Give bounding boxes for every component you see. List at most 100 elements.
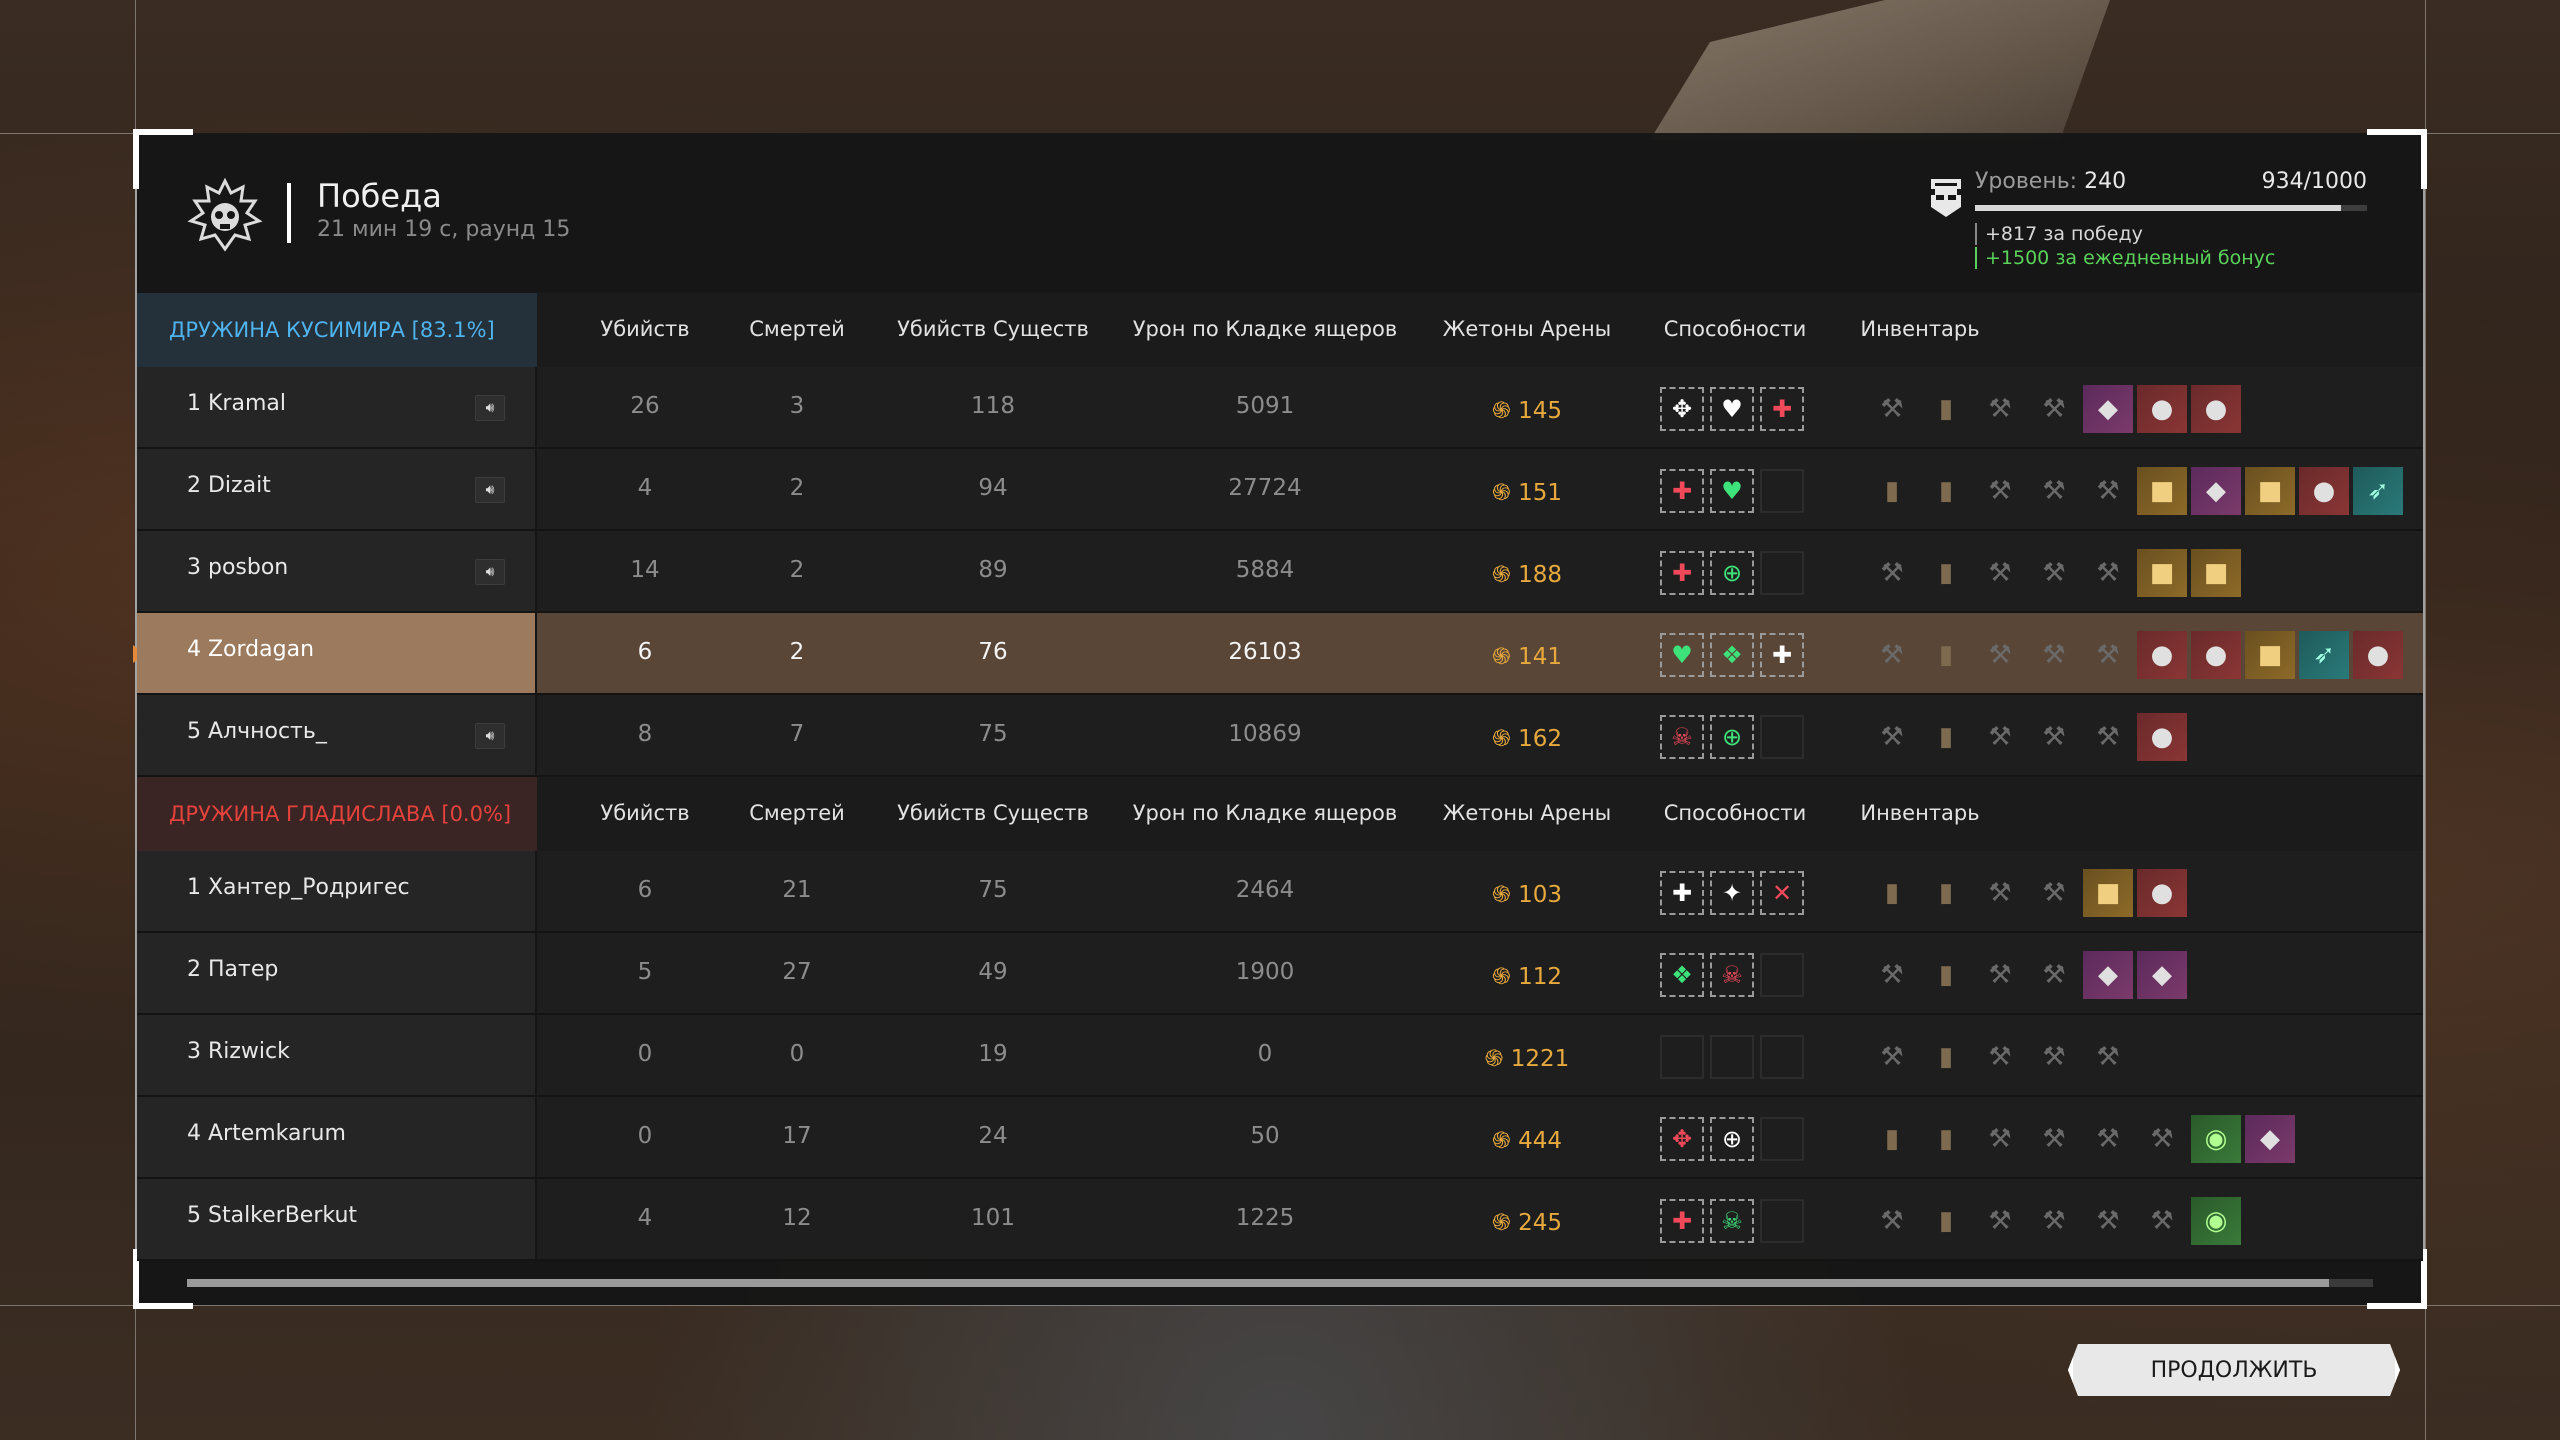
voice-mute-button[interactable]: 🔊︎ [475, 723, 505, 749]
inventory-item-icon[interactable]: ⚒ [2029, 951, 2079, 999]
inventory-item-icon[interactable]: ● [2353, 631, 2403, 679]
inventory-item-icon[interactable]: ⚒ [2029, 713, 2079, 761]
inventory-item-icon[interactable]: ● [2137, 869, 2187, 917]
inventory-item-icon[interactable]: ◉ [2191, 1115, 2241, 1163]
ability-icon[interactable]: ⊕ [1710, 551, 1754, 595]
inventory-item-icon[interactable]: ⚒ [1975, 467, 2025, 515]
inventory-item-icon[interactable]: ▮ [1921, 467, 1971, 515]
ability-icon[interactable]: ✥ [1660, 387, 1704, 431]
inventory-item-icon[interactable]: ⚒ [1975, 1115, 2025, 1163]
player-row[interactable]: 3 posbon 🔊︎ 14 2 89 5884 ֍ 188 ✚ ⊕ ⚒ ▮ ⚒ ⚒ ⚒ ■ ■ [137, 531, 2423, 613]
inventory-item-icon[interactable]: ■ [2245, 631, 2295, 679]
inventory-item-icon[interactable]: ⚒ [2029, 1115, 2079, 1163]
inventory-item-icon[interactable]: ⚒ [1867, 951, 1917, 999]
ability-icon[interactable]: ✦ [1710, 871, 1754, 915]
inventory-item-icon[interactable]: ⚒ [1975, 1197, 2025, 1245]
inventory-item-icon[interactable]: ■ [2245, 467, 2295, 515]
inventory-item-icon[interactable]: ▮ [1921, 713, 1971, 761]
player-row[interactable]: 5 StalkerBerkut 4 12 101 1225 ֍ 245 ✚ ☠ ⚒ ▮ ⚒ ⚒ ⚒ ⚒ ◉ [137, 1179, 2423, 1261]
inventory-item-icon[interactable]: ⚒ [1975, 549, 2025, 597]
inventory-item-icon[interactable]: ▮ [1921, 1115, 1971, 1163]
ability-icon[interactable]: ❖ [1710, 633, 1754, 677]
ability-icon[interactable]: ✚ [1760, 633, 1804, 677]
inventory-item-icon[interactable]: ▮ [1921, 1033, 1971, 1081]
inventory-item-icon[interactable]: ➶ [2353, 467, 2403, 515]
inventory-item-icon[interactable]: ◆ [2083, 951, 2133, 999]
inventory-item-icon[interactable]: ⚒ [2029, 1197, 2079, 1245]
inventory-item-icon[interactable]: ◆ [2191, 467, 2241, 515]
ability-icon[interactable]: ❖ [1660, 953, 1704, 997]
inventory-item-icon[interactable]: ▮ [1867, 467, 1917, 515]
inventory-item-icon[interactable]: ⚒ [1867, 713, 1917, 761]
inventory-item-icon[interactable]: ▮ [1867, 1115, 1917, 1163]
inventory-item-icon[interactable]: ⚒ [2029, 1033, 2079, 1081]
inventory-item-icon[interactable]: ⚒ [2029, 869, 2079, 917]
inventory-item-icon[interactable]: ⚒ [1975, 713, 2025, 761]
ability-icon[interactable]: ⊕ [1710, 1117, 1754, 1161]
player-row[interactable]: 4 Artemkarum 0 17 24 50 ֍ 444 ✥ ⊕ ▮ ▮ ⚒ ⚒ ⚒ ⚒ ◉ ◆ [137, 1097, 2423, 1179]
ability-icon[interactable]: ♥ [1710, 387, 1754, 431]
inventory-item-icon[interactable]: ⚒ [2083, 1033, 2133, 1081]
inventory-item-icon[interactable]: ◆ [2245, 1115, 2295, 1163]
inventory-item-icon[interactable]: ■ [2191, 549, 2241, 597]
voice-mute-button[interactable]: 🔊︎ [475, 559, 505, 585]
inventory-item-icon[interactable]: ● [2191, 385, 2241, 433]
inventory-item-icon[interactable]: ● [2299, 467, 2349, 515]
ability-icon[interactable]: ✚ [1660, 871, 1704, 915]
inventory-item-icon[interactable]: ▮ [1921, 951, 1971, 999]
inventory-item-icon[interactable]: ⚒ [1975, 385, 2025, 433]
inventory-item-icon[interactable]: ● [2191, 631, 2241, 679]
inventory-item-icon[interactable]: ⚒ [1975, 1033, 2025, 1081]
inventory-item-icon[interactable]: ⚒ [2083, 467, 2133, 515]
ability-icon[interactable]: ♥ [1710, 469, 1754, 513]
inventory-item-icon[interactable]: ● [2137, 713, 2187, 761]
ability-icon[interactable]: ✚ [1760, 387, 1804, 431]
inventory-item-icon[interactable]: ◆ [2083, 385, 2133, 433]
inventory-item-icon[interactable]: ⚒ [1867, 549, 1917, 597]
inventory-item-icon[interactable]: ■ [2137, 549, 2187, 597]
inventory-item-icon[interactable]: ◆ [2137, 951, 2187, 999]
inventory-item-icon[interactable]: ⚒ [2029, 467, 2079, 515]
inventory-item-icon[interactable]: ⚒ [2029, 385, 2079, 433]
inventory-item-icon[interactable]: ➶ [2299, 631, 2349, 679]
ability-icon[interactable]: ✚ [1660, 469, 1704, 513]
inventory-item-icon[interactable]: ⚒ [1975, 869, 2025, 917]
player-row[interactable]: 2 Патер 5 27 49 1900 ֍ 112 ❖ ☠ ⚒ ▮ ⚒ ⚒ ◆ ◆ [137, 933, 2423, 1015]
player-row[interactable]: 1 Kramal 🔊︎ 26 3 118 5091 ֍ 145 ✥ ♥ ✚ ⚒ ▮ ⚒ ⚒ ◆ ● ● [137, 367, 2423, 449]
inventory-item-icon[interactable]: ⚒ [2083, 1115, 2133, 1163]
inventory-item-icon[interactable]: ⚒ [1867, 631, 1917, 679]
voice-mute-button[interactable]: 🔊︎ [475, 395, 505, 421]
inventory-item-icon[interactable]: ⚒ [2083, 1197, 2133, 1245]
inventory-item-icon[interactable]: ● [2137, 631, 2187, 679]
continue-button[interactable]: ПРОДОЛЖИТЬ [2068, 1344, 2400, 1396]
ability-icon[interactable]: ✚ [1660, 1199, 1704, 1243]
ability-icon[interactable]: ☠ [1710, 953, 1754, 997]
ability-icon[interactable]: ⊕ [1710, 715, 1754, 759]
ability-icon[interactable]: ✚ [1660, 551, 1704, 595]
inventory-item-icon[interactable]: ⚒ [1975, 951, 2025, 999]
inventory-item-icon[interactable]: ⚒ [2137, 1115, 2187, 1163]
inventory-item-icon[interactable]: ▮ [1921, 385, 1971, 433]
scrollbar-thumb[interactable] [187, 1279, 2330, 1287]
ability-icon[interactable]: ☠ [1660, 715, 1704, 759]
inventory-item-icon[interactable]: ● [2137, 385, 2187, 433]
inventory-item-icon[interactable]: ⚒ [2083, 549, 2133, 597]
player-row[interactable]: 2 Dizait 🔊︎ 4 2 94 27724 ֍ 151 ✚ ♥ ▮ ▮ ⚒ ⚒ ⚒ ■ ◆ ■ ● ➶ [137, 449, 2423, 531]
player-row[interactable]: 3 Rizwick 0 0 19 0 ֍ 1221 ⚒ ▮ ⚒ ⚒ ⚒ [137, 1015, 2423, 1097]
player-row[interactable]: 1 Хантер_Родригес 6 21 75 2464 ֍ 103 ✚ ✦ ✕ ▮ ▮ ⚒ ⚒ ■ ● [137, 851, 2423, 933]
inventory-item-icon[interactable]: ⚒ [2137, 1197, 2187, 1245]
inventory-item-icon[interactable]: ▮ [1921, 869, 1971, 917]
inventory-item-icon[interactable]: ▮ [1921, 631, 1971, 679]
horizontal-scrollbar[interactable] [187, 1279, 2373, 1287]
voice-mute-button[interactable]: 🔊︎ [475, 477, 505, 503]
inventory-item-icon[interactable]: ⚒ [1867, 1033, 1917, 1081]
ability-icon[interactable]: ✥ [1660, 1117, 1704, 1161]
inventory-item-icon[interactable]: ◉ [2191, 1197, 2241, 1245]
inventory-item-icon[interactable]: ■ [2083, 869, 2133, 917]
inventory-item-icon[interactable]: ▮ [1867, 869, 1917, 917]
inventory-item-icon[interactable]: ⚒ [1867, 385, 1917, 433]
inventory-item-icon[interactable]: ▮ [1921, 549, 1971, 597]
inventory-item-icon[interactable]: ⚒ [2083, 631, 2133, 679]
inventory-item-icon[interactable]: ■ [2137, 467, 2187, 515]
player-row[interactable]: 5 Алчность_ 🔊︎ 8 7 75 10869 ֍ 162 ☠ ⊕ ⚒ ▮ ⚒ ⚒ ⚒ ● [137, 695, 2423, 777]
